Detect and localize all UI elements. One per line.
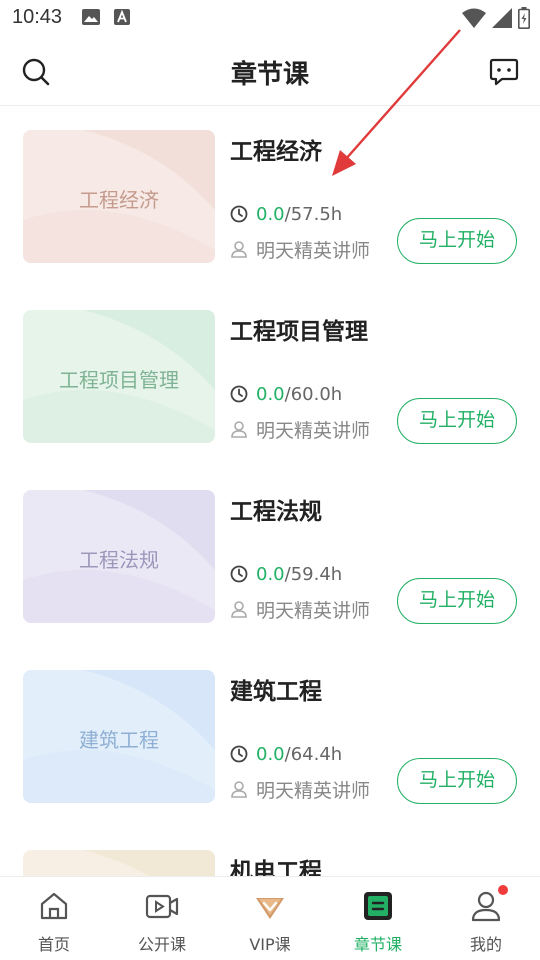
person-icon (231, 241, 247, 258)
font-notification-icon (114, 9, 130, 25)
total-hours: /64.4h (284, 743, 343, 765)
course-title: 工程经济 (230, 139, 322, 165)
start-now-button[interactable]: 马上开始 (397, 218, 517, 264)
message-button[interactable] (488, 56, 520, 88)
total-hours: /59.4h (284, 563, 343, 585)
teacher-name: 明天精英讲师 (256, 779, 371, 802)
course-thumbnail[interactable]: 建筑工程 (23, 670, 215, 803)
teacher-name: 明天精英讲师 (256, 419, 371, 442)
course-card[interactable]: 机电工程 (0, 826, 540, 876)
vip-icon (256, 898, 284, 919)
user-icon (471, 891, 501, 922)
clock-icon (230, 745, 248, 763)
message-icon (489, 58, 519, 86)
thumbnail-label: 工程项目管理 (59, 368, 179, 392)
tab-vip-courses[interactable]: VIP课 (216, 877, 324, 960)
progress-hours: 0.0 (256, 743, 285, 765)
course-card[interactable]: 建筑工程 建筑工程 0.0 /64.4h 明天精英讲师 马上开始 (0, 646, 540, 826)
course-thumbnail[interactable]: 工程法规 (23, 490, 215, 623)
course-teacher: 明天精英讲师 (230, 776, 370, 802)
progress-hours: 0.0 (256, 563, 285, 585)
notification-dot (498, 885, 508, 895)
course-duration: 0.0 /60.0h (230, 382, 342, 406)
person-icon (231, 781, 247, 798)
start-now-button[interactable]: 马上开始 (397, 578, 517, 624)
course-title: 工程项目管理 (230, 319, 368, 345)
course-thumbnail[interactable] (23, 850, 215, 876)
course-card[interactable]: 工程法规 工程法规 0.0 /59.4h 明天精英讲师 马上开始 (0, 466, 540, 646)
course-title: 建筑工程 (230, 679, 322, 705)
course-list: 工程经济 工程经济 0.0 /57.5h 明天精英讲师 马上开始 工程项目管理 … (0, 106, 540, 876)
tab-home[interactable]: 首页 (0, 877, 108, 960)
thumbnail-label: 工程法规 (79, 548, 159, 572)
bottom-tab-bar: 首页 公开课 VIP课 章节课 我的 (0, 876, 540, 960)
course-duration: 0.0 /64.4h (230, 742, 342, 766)
tab-open-courses[interactable]: 公开课 (108, 877, 216, 960)
status-time: 10:43 (12, 6, 63, 28)
teacher-name: 明天精英讲师 (256, 599, 371, 622)
total-hours: /57.5h (284, 203, 343, 225)
tab-mine[interactable]: 我的 (432, 877, 540, 960)
course-duration: 0.0 /59.4h (230, 562, 342, 586)
cell-signal-icon (492, 8, 512, 28)
tab-label: 我的 (469, 935, 502, 954)
tab-label: 首页 (37, 935, 70, 954)
page-title: 章节课 (230, 60, 309, 90)
teacher-name: 明天精英讲师 (256, 239, 371, 262)
status-bar: 10:43 (0, 0, 540, 38)
total-hours: /60.0h (284, 383, 343, 405)
person-icon (231, 601, 247, 618)
app-header: 章节课 (0, 38, 540, 106)
course-teacher: 明天精英讲师 (230, 596, 370, 622)
start-now-button[interactable]: 马上开始 (397, 758, 517, 804)
clock-icon (230, 565, 248, 583)
battery-icon (518, 7, 530, 29)
clock-icon (230, 385, 248, 403)
home-icon (40, 892, 68, 920)
course-card[interactable]: 工程经济 工程经济 0.0 /57.5h 明天精英讲师 马上开始 (0, 106, 540, 286)
clock-icon (230, 205, 248, 223)
course-teacher: 明天精英讲师 (230, 236, 370, 262)
course-thumbnail[interactable]: 工程项目管理 (23, 310, 215, 443)
tab-label: VIP课 (249, 935, 291, 954)
course-title: 工程法规 (230, 499, 322, 525)
start-now-button[interactable]: 马上开始 (397, 398, 517, 444)
course-thumbnail[interactable]: 工程经济 (23, 130, 215, 263)
course-card[interactable]: 工程项目管理 工程项目管理 0.0 /60.0h 明天精英讲师 马上开始 (0, 286, 540, 466)
chapter-icon (364, 892, 392, 920)
tab-chapter-courses[interactable]: 章节课 (324, 877, 432, 960)
gallery-notification-icon (82, 9, 100, 25)
course-teacher: 明天精英讲师 (230, 416, 370, 442)
person-icon (231, 421, 247, 438)
wifi-icon (462, 8, 486, 28)
thumbnail-label: 工程经济 (79, 188, 159, 212)
progress-hours: 0.0 (256, 383, 285, 405)
tab-label: 章节课 (353, 935, 402, 954)
course-duration: 0.0 /57.5h (230, 202, 342, 226)
progress-hours: 0.0 (256, 203, 285, 225)
video-icon (145, 894, 179, 919)
tab-label: 公开课 (137, 935, 186, 954)
thumbnail-label: 建筑工程 (79, 728, 159, 752)
course-title: 机电工程 (230, 859, 322, 876)
